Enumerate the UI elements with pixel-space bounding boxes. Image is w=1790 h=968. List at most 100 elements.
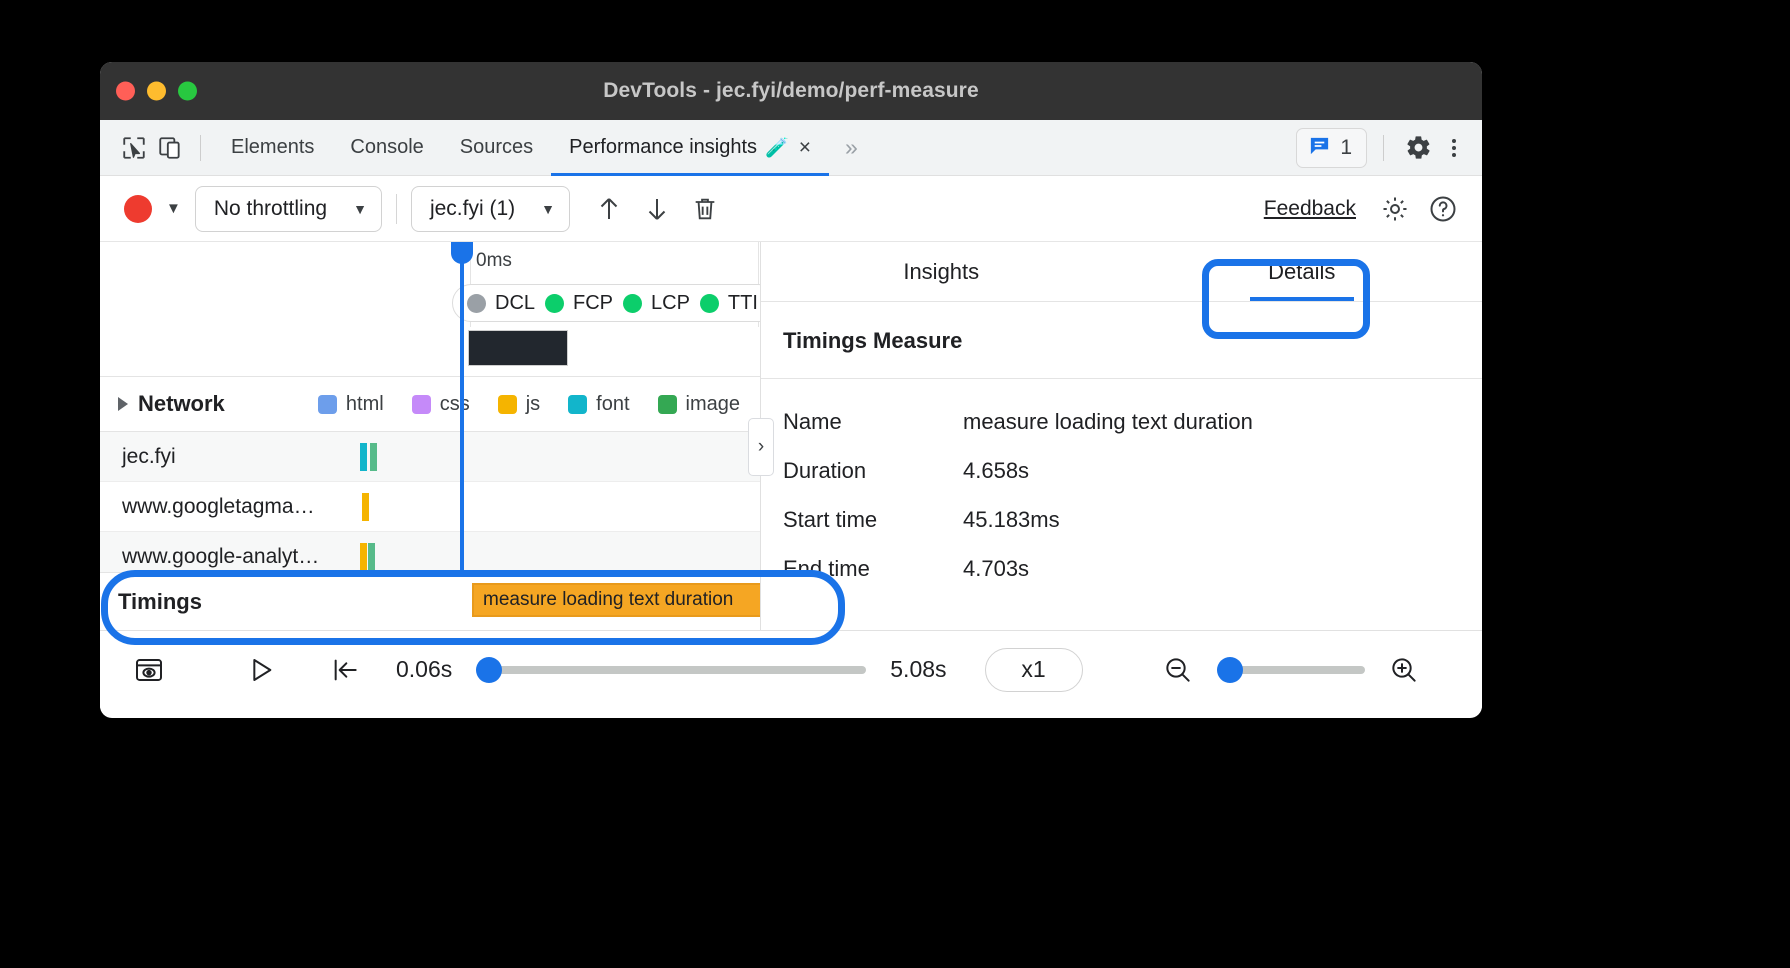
legend-html-label: html	[346, 393, 384, 416]
legend-image: image	[658, 393, 740, 416]
network-section-name: Network	[100, 391, 292, 417]
gear-icon[interactable]	[1400, 130, 1436, 166]
screenshot-root: DevTools - jec.fyi/demo/perf-measure Ele…	[0, 0, 1790, 968]
traffic-light-buttons[interactable]	[116, 82, 197, 101]
trash-icon[interactable]	[682, 186, 728, 232]
zoom-in-icon[interactable]	[1377, 646, 1431, 694]
time-range-track[interactable]	[476, 666, 866, 674]
details-pane: › Insights Details Timings Measure Name …	[761, 242, 1482, 630]
issues-count: 1	[1340, 136, 1352, 160]
timeline-pane[interactable]: 0ms 3,200ms DCL FCP	[100, 242, 760, 630]
filmstrip-icon[interactable]	[122, 646, 176, 694]
expand-triangle-icon[interactable]	[118, 397, 128, 411]
chevron-down-icon: ▼	[353, 201, 367, 217]
issues-icon	[1308, 134, 1331, 162]
legend-css-label: css	[440, 393, 470, 416]
details-rows: Name measure loading text duration Durat…	[761, 379, 1482, 593]
marker-fcp: FCP	[545, 292, 613, 315]
maximize-window-button[interactable]	[178, 82, 197, 101]
tab-insights-label: Insights	[903, 259, 979, 285]
close-window-button[interactable]	[116, 82, 135, 101]
kebab-menu-icon[interactable]	[1440, 139, 1468, 157]
window-start-time: 0.06s	[378, 656, 470, 683]
detail-row-start-time: Start time 45.183ms	[783, 495, 1482, 544]
marker-tti-label: TTI	[728, 292, 758, 315]
main-content: 0ms 3,200ms DCL FCP	[100, 242, 1482, 630]
timings-label: Timings	[100, 589, 356, 615]
tab-insights[interactable]: Insights	[761, 242, 1122, 301]
playback-speed-button[interactable]: x1	[985, 648, 1083, 692]
network-section-header[interactable]: Network html css js	[100, 376, 760, 432]
tab-performance-insights-label: Performance insights	[569, 136, 757, 159]
playback-toolbar: 0.06s 5.08s x1	[100, 630, 1482, 708]
play-icon[interactable]	[234, 646, 288, 694]
download-icon[interactable]	[634, 186, 680, 232]
tab-performance-insights[interactable]: Performance insights 🧪 ×	[551, 120, 829, 176]
table-row[interactable]: jec.fyi	[100, 432, 760, 482]
record-button[interactable]	[124, 195, 152, 223]
network-bar-5	[368, 543, 375, 571]
network-row-name-3: www.google-analyt…	[100, 545, 356, 569]
toolbar-separator	[200, 135, 201, 161]
zoom-slider[interactable]	[1217, 666, 1365, 674]
network-bar	[360, 443, 367, 471]
detail-value-name: measure loading text duration	[963, 409, 1253, 435]
minimize-window-button[interactable]	[147, 82, 166, 101]
zoom-out-icon[interactable]	[1151, 646, 1205, 694]
window-title: DevTools - jec.fyi/demo/perf-measure	[603, 79, 979, 103]
jump-to-start-icon[interactable]	[318, 646, 372, 694]
issues-button[interactable]: 1	[1296, 128, 1367, 168]
tab-console[interactable]: Console	[332, 120, 441, 176]
legend-js: js	[498, 393, 540, 416]
performance-toolbar: ▼ No throttling ▼ jec.fyi (1) ▼	[100, 176, 1482, 242]
gear-icon-toolbar[interactable]	[1372, 186, 1418, 232]
detail-key-start-time: Start time	[783, 507, 963, 533]
device-toolbar-icon[interactable]	[152, 130, 188, 166]
tab-sources[interactable]: Sources	[442, 120, 551, 176]
dcl-dot-icon	[467, 294, 486, 313]
legend-image-swatch	[658, 395, 677, 414]
help-icon[interactable]	[1420, 186, 1466, 232]
network-row-name: jec.fyi	[100, 445, 356, 469]
timings-measure-bar[interactable]: measure loading text duration	[472, 583, 760, 617]
chevron-right-icon[interactable]: ›	[748, 418, 774, 476]
detail-row-name: Name measure loading text duration	[783, 397, 1482, 446]
record-dropdown-caret[interactable]: ▼	[154, 200, 193, 217]
time-range-slider[interactable]	[476, 666, 866, 674]
tab-elements-label: Elements	[231, 136, 314, 159]
table-row-2[interactable]: www.googletagma…	[100, 482, 760, 532]
time-range-knob[interactable]	[476, 657, 502, 683]
timeline-ruler[interactable]: 0ms 3,200ms	[100, 242, 760, 290]
toolbar-divider-1	[396, 194, 397, 224]
playhead-marker[interactable]	[460, 242, 464, 572]
throttling-value: No throttling	[214, 197, 327, 221]
detail-key-end-time: End time	[783, 556, 963, 582]
target-select[interactable]: jec.fyi (1) ▼	[411, 186, 570, 232]
throttling-select[interactable]: No throttling ▼	[195, 186, 382, 232]
network-legend: html css js font	[292, 393, 760, 416]
legend-js-label: js	[526, 393, 540, 416]
close-tab-icon[interactable]: ×	[799, 136, 811, 160]
devtools-window: DevTools - jec.fyi/demo/perf-measure Ele…	[100, 62, 1482, 718]
toolbar-separator-right	[1383, 135, 1384, 161]
upload-icon[interactable]	[586, 186, 632, 232]
zoom-slider-knob[interactable]	[1217, 657, 1243, 683]
filmstrip-thumbnail[interactable]	[468, 330, 568, 366]
detail-value-duration: 4.658s	[963, 458, 1029, 484]
tab-elements[interactable]: Elements	[213, 120, 332, 176]
legend-font-swatch	[568, 395, 587, 414]
ruler-tick-0: 0ms	[476, 250, 512, 272]
tab-sources-label: Sources	[460, 136, 533, 159]
detail-value-end-time: 4.703s	[963, 556, 1029, 582]
feedback-link[interactable]: Feedback	[1250, 197, 1370, 221]
inspect-cursor-icon[interactable]	[116, 130, 152, 166]
timings-section-row[interactable]: Timings measure loading text duration	[100, 572, 760, 630]
network-row-name-2: www.googletagma…	[100, 495, 356, 519]
more-tabs-icon[interactable]: »	[829, 134, 874, 161]
network-row-bars	[356, 432, 760, 481]
chevron-down-icon-2: ▼	[541, 201, 555, 217]
target-value: jec.fyi (1)	[430, 197, 515, 221]
devtools-tabbar: Elements Console Sources Performance ins…	[100, 120, 1482, 176]
fcp-dot-icon	[545, 294, 564, 313]
tab-details[interactable]: Details	[1122, 242, 1483, 301]
